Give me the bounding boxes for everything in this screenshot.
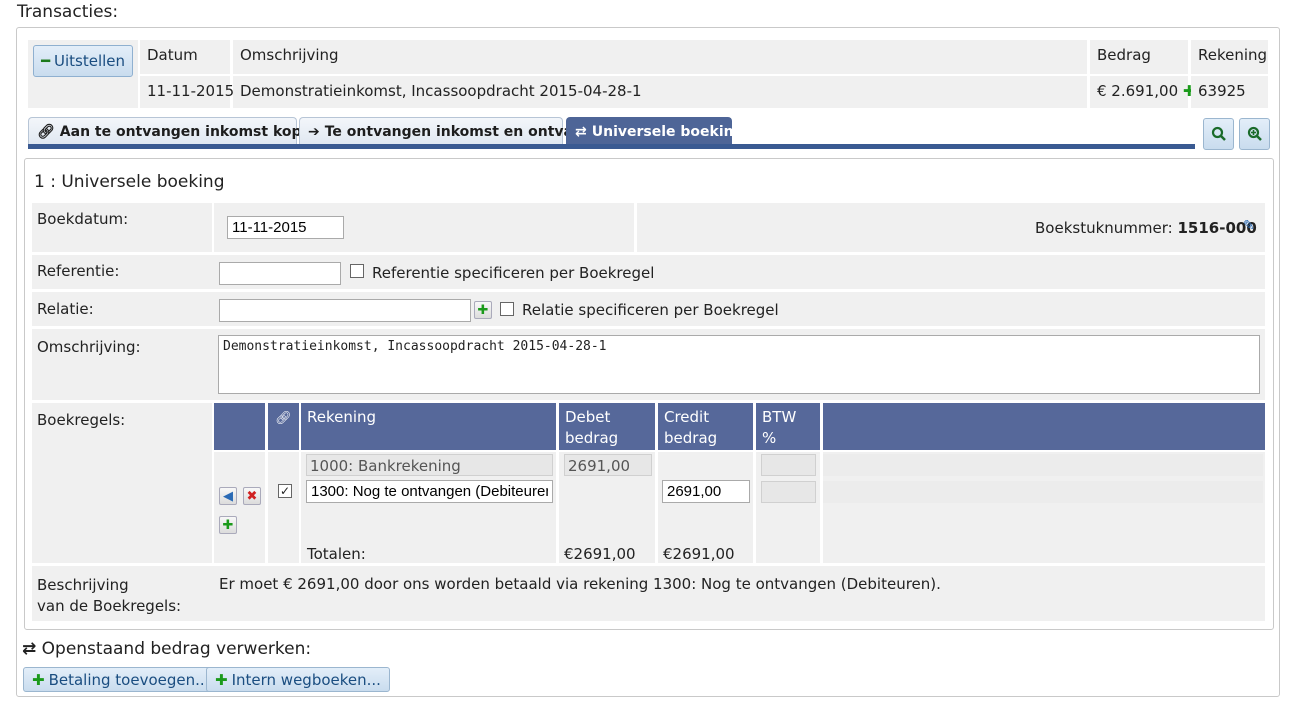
omschrijving-textarea[interactable]: Demonstratieinkomst, Incassoopdracht 201… (218, 335, 1260, 394)
credit-header-line-2: bedrag (664, 429, 718, 447)
boekregels-header-vat: BTW % (756, 403, 820, 450)
total-credit: €2691,00 (663, 545, 735, 563)
row1-rest (823, 454, 1263, 476)
tab-universal-booking-label: Universele boeking (591, 124, 744, 140)
boekregels-header-debit: Debet bedrag (559, 403, 655, 450)
referentie-input[interactable] (219, 262, 341, 285)
search-button[interactable] (1203, 118, 1234, 150)
arrow-left-icon: ◀ (223, 488, 233, 504)
row-description: Demonstratieinkomst, Incassoopdracht 201… (233, 76, 1087, 108)
boekregels-header-link: 🔗︎ (268, 403, 299, 450)
beschrijving-label-line-2: van de Boekregels: (37, 597, 182, 615)
delete-icon: ✖ (246, 488, 258, 504)
exchange-icon: ⇄ (22, 639, 37, 659)
header-description: Omschrijving (233, 40, 1087, 74)
tab-underline (28, 144, 1195, 149)
referentie-label: Referentie: (37, 262, 120, 280)
add-payment-label: Betaling toevoegen... (48, 670, 210, 689)
col-link (268, 452, 299, 563)
link-icon: 🔗︎ (275, 411, 292, 426)
zoom-in-button[interactable] (1239, 118, 1270, 150)
totals-label: Totalen: (307, 545, 366, 563)
total-debit: €2691,00 (564, 545, 636, 563)
row2-credit-input[interactable] (662, 480, 750, 503)
boekregels-header-rest (823, 403, 1265, 450)
add-row-button[interactable]: ✚ (219, 516, 237, 534)
openstaand-title: ⇄ Openstaand bedrag verwerken: (22, 639, 311, 659)
boekregels-label: Boekregels: (37, 411, 126, 429)
plus-icon: ✚ (215, 670, 228, 689)
row1-vat (761, 454, 816, 476)
pencil-icon[interactable]: ✎ (1243, 218, 1255, 234)
delete-row-button[interactable]: ✖ (243, 487, 261, 505)
zoom-in-icon (1247, 126, 1262, 141)
move-left-button[interactable]: ◀ (219, 487, 237, 505)
add-relation-button[interactable]: ✚ (474, 301, 492, 319)
omschrijving-label: Omschrijving: (37, 338, 141, 356)
section-title: Transacties: (17, 2, 119, 22)
referentie-checkbox-label: Referentie specificeren per Boekregel (372, 264, 655, 282)
beschrijving-label: Beschrijving van de Boekregels: (37, 575, 181, 617)
form-title: 1 : Universele boeking (34, 172, 225, 192)
defer-button[interactable]: ━ Uitstellen (33, 45, 133, 77)
openstaand-title-label: Openstaand bedrag verwerken: (41, 639, 312, 659)
relatie-input[interactable] (219, 299, 471, 322)
internal-writeoff-label: Intern wegboeken... (231, 670, 381, 689)
relatie-checkbox[interactable] (500, 302, 514, 316)
boekregels-header-actions (214, 403, 265, 450)
tab-universal-booking[interactable]: ⇄ Universele boeking (566, 117, 744, 146)
boekregels-header-account: Rekening (301, 403, 556, 450)
row2-account-input[interactable] (306, 480, 553, 503)
tab-expected-income[interactable]: ➔ Te ontvangen inkomst en ontvangst (299, 117, 608, 146)
plus-icon: ✚ (32, 670, 45, 689)
debit-header-line-1: Debet (565, 408, 611, 426)
col-actions (214, 452, 265, 563)
header-date: Datum (140, 40, 230, 74)
sign-in-icon: ➔ (308, 124, 320, 140)
header-account: Rekening (1191, 40, 1268, 74)
debit-header-line-2: bedrag (565, 429, 619, 447)
row2-link-checkbox[interactable]: ✓ (278, 484, 292, 498)
row-date: 11-11-2015 (140, 76, 234, 108)
boekstuknummer-label: Boekstuknummer: (1035, 219, 1173, 237)
boekregels-header-credit: Credit bedrag (658, 403, 753, 450)
row-amount: € 2.691,00 ✚ (1090, 76, 1195, 108)
exchange-icon: ⇄ (575, 124, 587, 140)
row2-rest (823, 481, 1263, 503)
header-amount: Bedrag (1090, 40, 1188, 74)
referentie-checkbox[interactable] (350, 264, 364, 278)
internal-writeoff-button[interactable]: ✚ Intern wegboeken... (206, 667, 390, 692)
beschrijving-value: Er moet € 2691,00 door ons worden betaal… (219, 575, 941, 593)
row2-vat (761, 481, 816, 503)
search-icon (1211, 126, 1226, 141)
row-amount-value: € 2.691,00 (1097, 82, 1179, 100)
beschrijving-label-line-1: Beschrijving (37, 576, 129, 594)
plus-icon: ✚ (222, 517, 234, 533)
plus-icon: ✚ (477, 302, 489, 318)
add-payment-button[interactable]: ✚ Betaling toevoegen... (23, 667, 219, 692)
minus-icon: ━ (40, 52, 50, 70)
tab-link-income[interactable]: 🔗︎ Aan te ontvangen inkomst koppelen (28, 117, 345, 146)
row1-debit: 2691,00 (564, 454, 652, 476)
link-icon: 🔗︎ (37, 124, 55, 140)
defer-button-label: Uitstellen (54, 52, 126, 70)
relatie-label: Relatie: (37, 300, 94, 318)
boekdatum-label: Boekdatum: (37, 210, 129, 228)
boekstuknummer: Boekstuknummer: 1516-000 (1035, 219, 1257, 237)
relatie-checkbox-label: Relatie specificeren per Boekregel (522, 301, 779, 319)
credit-header-line-1: Credit (664, 408, 710, 426)
row1-account: 1000: Bankrekening (306, 454, 553, 476)
row-account: 63925 (1191, 76, 1268, 108)
boekdatum-input[interactable] (227, 216, 344, 239)
